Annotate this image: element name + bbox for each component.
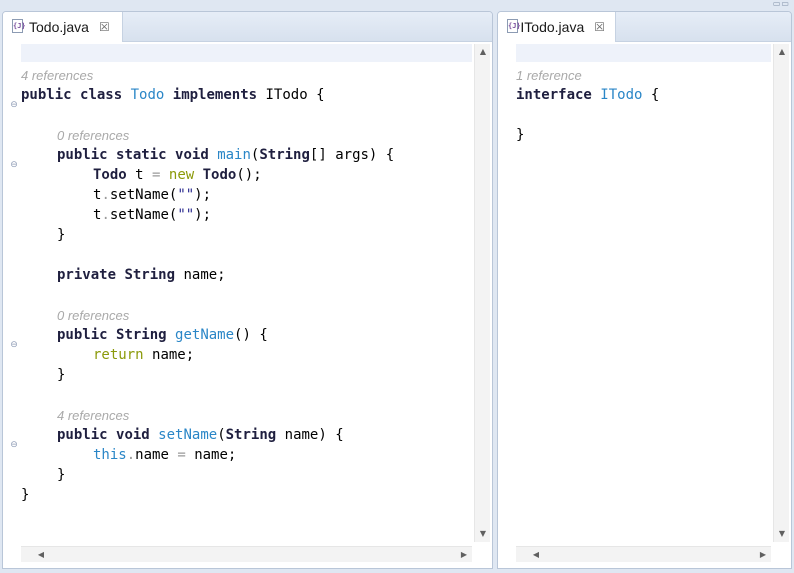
scroll-left-icon[interactable]: ◀ <box>33 547 49 563</box>
tab-label: Todo.java <box>29 19 89 35</box>
editor-todo-java: {J} Todo.java ☒ ⊖ ⊖ ⊖ ⊖ 4 references pub… <box>2 11 493 569</box>
close-icon[interactable]: ☒ <box>594 21 605 33</box>
horizontal-scrollbar[interactable]: ◀ ▶ <box>21 546 472 562</box>
editor-itodo-java: {J} ITodo.java ☒ 1 reference interface I… <box>497 11 792 569</box>
code-line: t.setName(""); <box>93 207 212 223</box>
vertical-scrollbar[interactable]: ▲ ▼ <box>474 44 490 542</box>
code-line: t.setName(""); <box>93 187 212 203</box>
code-line: } <box>57 367 66 383</box>
code-line: } <box>57 227 66 243</box>
tab-bar: {J} ITodo.java ☒ <box>498 12 791 42</box>
scroll-right-icon[interactable]: ▶ <box>456 547 472 563</box>
fold-collapse-icon[interactable]: ⊖ <box>9 160 19 170</box>
scroll-right-icon[interactable]: ▶ <box>755 547 771 563</box>
scroll-down-icon[interactable]: ▼ <box>475 526 491 542</box>
code-line: } <box>57 467 66 483</box>
fold-collapse-icon[interactable]: ⊖ <box>9 340 19 350</box>
fold-collapse-icon[interactable]: ⊖ <box>9 100 19 110</box>
fold-collapse-icon[interactable]: ⊖ <box>9 440 19 450</box>
scroll-left-icon[interactable]: ◀ <box>528 547 544 563</box>
code-line: } <box>516 127 525 143</box>
code-line: private String name; <box>57 267 226 283</box>
code-lens-references[interactable]: 4 references <box>21 67 93 85</box>
scroll-up-icon[interactable]: ▲ <box>774 44 790 60</box>
close-icon[interactable]: ☒ <box>99 21 110 33</box>
code-area[interactable]: 1 reference interface ITodo { } <box>516 44 771 542</box>
code-line: Todo t = new Todo(); <box>93 167 262 183</box>
code-line: public class Todo implements ITodo { <box>21 87 325 103</box>
code-line: } <box>21 487 30 503</box>
tab-itodo-java[interactable]: {J} ITodo.java ☒ <box>498 12 616 42</box>
code-lens-references[interactable]: 0 references <box>57 127 129 145</box>
current-line-highlight <box>21 44 472 62</box>
tab-bar: {J} Todo.java ☒ <box>3 12 492 42</box>
code-area[interactable]: 4 references public class Todo implement… <box>21 44 472 542</box>
code-line: return name; <box>93 347 195 363</box>
code-lens-references[interactable]: 4 references <box>57 407 129 425</box>
tab-todo-java[interactable]: {J} Todo.java ☒ <box>3 12 123 42</box>
code-line: public String getName() { <box>57 327 268 343</box>
code-lens-references[interactable]: 0 references <box>57 307 129 325</box>
java-file-icon: {J} <box>506 19 521 35</box>
code-line: public static void main(String[] args) { <box>57 147 395 163</box>
scroll-up-icon[interactable]: ▲ <box>475 44 491 60</box>
window-controls[interactable]: ▭▭ <box>773 0 790 10</box>
vertical-scrollbar[interactable]: ▲ ▼ <box>773 44 789 542</box>
code-line: interface ITodo { <box>516 87 660 103</box>
java-file-icon: {J} <box>11 19 26 35</box>
editor-gutter <box>498 44 516 542</box>
horizontal-scrollbar[interactable]: ◀ ▶ <box>516 546 771 562</box>
code-line: this.name = name; <box>93 447 237 463</box>
code-lens-references[interactable]: 1 reference <box>516 67 582 85</box>
code-line: public void setName(String name) { <box>57 427 344 443</box>
editor-gutter: ⊖ ⊖ ⊖ ⊖ <box>3 44 21 542</box>
tab-label: ITodo.java <box>520 19 585 35</box>
scroll-down-icon[interactable]: ▼ <box>774 526 790 542</box>
current-line-highlight <box>516 44 771 62</box>
